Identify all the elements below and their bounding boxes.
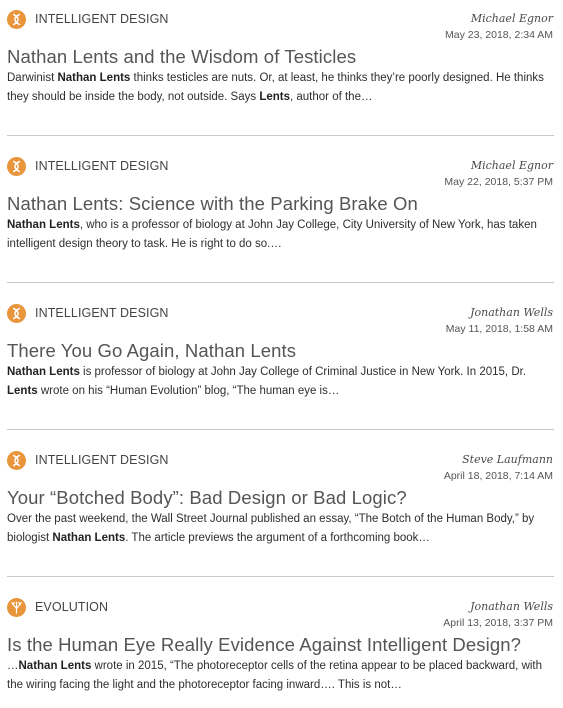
category-row: INTELLIGENT DESIGN [7, 156, 169, 176]
excerpt-highlight: Lents [259, 91, 290, 103]
excerpt-text: , author of the… [290, 91, 373, 103]
article-excerpt: Nathan Lents is professor of biology at … [7, 363, 555, 401]
excerpt-text: . The article previews the argument of a… [125, 532, 430, 544]
divider [7, 429, 554, 430]
excerpt-text: , who is a professor of biology at John … [7, 219, 537, 250]
dna-helix-icon [7, 450, 26, 470]
dna-helix-icon [7, 9, 26, 29]
excerpt-highlight: Nathan Lents [18, 660, 92, 672]
article-date: May 11, 2018, 1:58 AM [445, 323, 553, 335]
dna-helix-icon [7, 303, 26, 323]
article-title-link[interactable]: There You Go Again, Nathan Lents [7, 340, 296, 362]
article-excerpt: Nathan Lents, who is a professor of biol… [7, 216, 555, 254]
author-link[interactable]: Steve Laufmann [444, 451, 553, 468]
article-meta: Jonathan Wells April 13, 2018, 3:37 PM [443, 598, 553, 632]
excerpt-highlight: Lents [7, 385, 38, 397]
article-item: INTELLIGENT DESIGN Michael Egnor May 22,… [0, 147, 563, 294]
branching-tree-icon [7, 597, 26, 617]
article-list: INTELLIGENT DESIGN Michael Egnor May 23,… [0, 0, 563, 708]
category-link[interactable]: INTELLIGENT DESIGN [35, 159, 169, 173]
author-link[interactable]: Jonathan Wells [443, 598, 553, 615]
divider [7, 576, 554, 577]
article-excerpt: Over the past weekend, the Wall Street J… [7, 510, 555, 548]
article-meta: Steve Laufmann April 18, 2018, 7:14 AM [444, 451, 553, 485]
category-link[interactable]: INTELLIGENT DESIGN [35, 12, 169, 26]
article-item: EVOLUTION Jonathan Wells April 13, 2018,… [0, 588, 563, 708]
category-row: EVOLUTION [7, 597, 108, 617]
category-row: INTELLIGENT DESIGN [7, 303, 169, 323]
article-item: INTELLIGENT DESIGN Michael Egnor May 23,… [0, 0, 563, 147]
excerpt-highlight: Nathan Lents [52, 532, 126, 544]
article-excerpt: Darwinist Nathan Lents thinks testicles … [7, 69, 555, 107]
article-title-link[interactable]: Is the Human Eye Really Evidence Against… [7, 634, 521, 656]
article-title-link[interactable]: Nathan Lents: Science with the Parking B… [7, 193, 418, 215]
author-link[interactable]: Michael Egnor [445, 10, 553, 27]
excerpt-text: wrote on his “Human Evolution” blog, “Th… [37, 385, 340, 397]
article-title-link[interactable]: Nathan Lents and the Wisdom of Testicles [7, 46, 356, 68]
excerpt-highlight: Nathan Lents [7, 366, 80, 378]
article-date: May 22, 2018, 5:37 PM [444, 176, 553, 188]
article-meta: Michael Egnor May 23, 2018, 2:34 AM [445, 10, 553, 44]
article-date: April 13, 2018, 3:37 PM [443, 617, 553, 629]
category-row: INTELLIGENT DESIGN [7, 450, 169, 470]
divider [7, 282, 554, 283]
author-link[interactable]: Jonathan Wells [446, 304, 553, 321]
excerpt-highlight: Nathan Lents [57, 72, 131, 84]
article-meta: Michael Egnor May 22, 2018, 5:37 PM [444, 157, 553, 191]
dna-helix-icon [7, 156, 26, 176]
article-meta: Jonathan Wells May 11, 2018, 1:58 AM [446, 304, 553, 338]
category-link[interactable]: EVOLUTION [35, 600, 108, 614]
excerpt-highlight: Nathan Lents [7, 219, 80, 231]
category-link[interactable]: INTELLIGENT DESIGN [35, 306, 169, 320]
excerpt-text: … [7, 660, 19, 672]
excerpt-text: Darwinist [7, 72, 58, 84]
excerpt-text: is professor of biology at John Jay Coll… [79, 366, 527, 378]
article-item: INTELLIGENT DESIGN Jonathan Wells May 11… [0, 294, 563, 441]
article-date: April 18, 2018, 7:14 AM [443, 470, 553, 482]
article-excerpt: …Nathan Lents wrote in 2015, “The photor… [7, 657, 555, 695]
category-row: INTELLIGENT DESIGN [7, 9, 169, 29]
author-link[interactable]: Michael Egnor [444, 157, 553, 174]
divider [7, 135, 554, 136]
category-link[interactable]: INTELLIGENT DESIGN [35, 453, 169, 467]
article-title-link[interactable]: Your “Botched Body”: Bad Design or Bad L… [7, 487, 407, 509]
article-item: INTELLIGENT DESIGN Steve Laufmann April … [0, 441, 563, 588]
article-date: May 23, 2018, 2:34 AM [445, 29, 553, 41]
